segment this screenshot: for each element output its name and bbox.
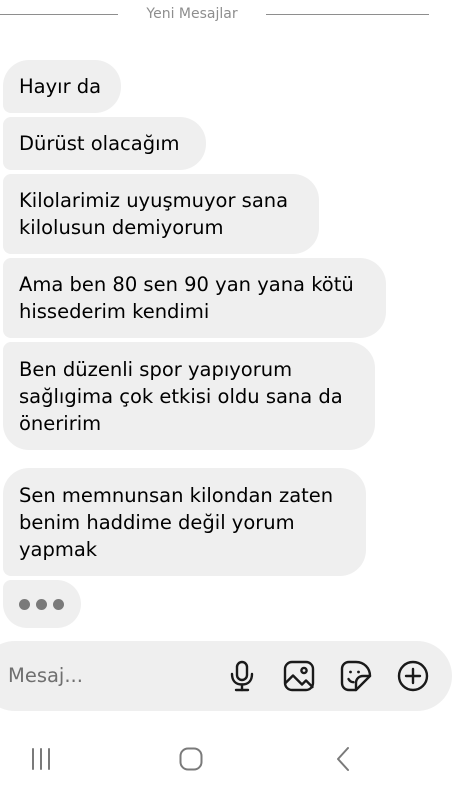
- message-bubble[interactable]: Ben düzenli spor yapıyorum sağlıgima çok…: [3, 342, 375, 450]
- system-navigation-bar: [0, 730, 463, 790]
- divider-line-right: [266, 14, 429, 15]
- sticker-icon[interactable]: [339, 659, 373, 693]
- message-bubble[interactable]: Ama ben 80 sen 90 yan yana kötü hisseder…: [3, 258, 386, 338]
- divider-line-left: [0, 14, 118, 15]
- plus-icon[interactable]: [396, 659, 430, 693]
- message-composer[interactable]: Mesaj...: [0, 641, 452, 711]
- message-bubble[interactable]: Dürüst olacağım: [3, 117, 206, 170]
- typing-dot: [53, 599, 64, 610]
- message-bubble[interactable]: Hayır da: [3, 60, 121, 113]
- gallery-icon[interactable]: [282, 659, 316, 693]
- new-messages-divider: Yeni Mesajlar: [0, 4, 463, 26]
- message-bubble[interactable]: Sen memnunsan kilondan zaten benim haddi…: [3, 468, 366, 576]
- divider-label: Yeni Mesajlar: [146, 6, 238, 22]
- back-icon[interactable]: [327, 742, 361, 776]
- typing-indicator: [3, 580, 81, 628]
- typing-dot: [36, 599, 47, 610]
- message-input[interactable]: Mesaj...: [8, 662, 83, 690]
- recents-icon[interactable]: [24, 742, 58, 776]
- typing-dot: [19, 599, 30, 610]
- message-bubble[interactable]: Kilolarimiz uyuşmuyor sana kilolusun dem…: [3, 174, 319, 254]
- microphone-icon[interactable]: [225, 659, 259, 693]
- chat-screen: Yeni Mesajlar Hayır da Dürüst olacağım K…: [0, 0, 463, 790]
- home-icon[interactable]: [174, 742, 208, 776]
